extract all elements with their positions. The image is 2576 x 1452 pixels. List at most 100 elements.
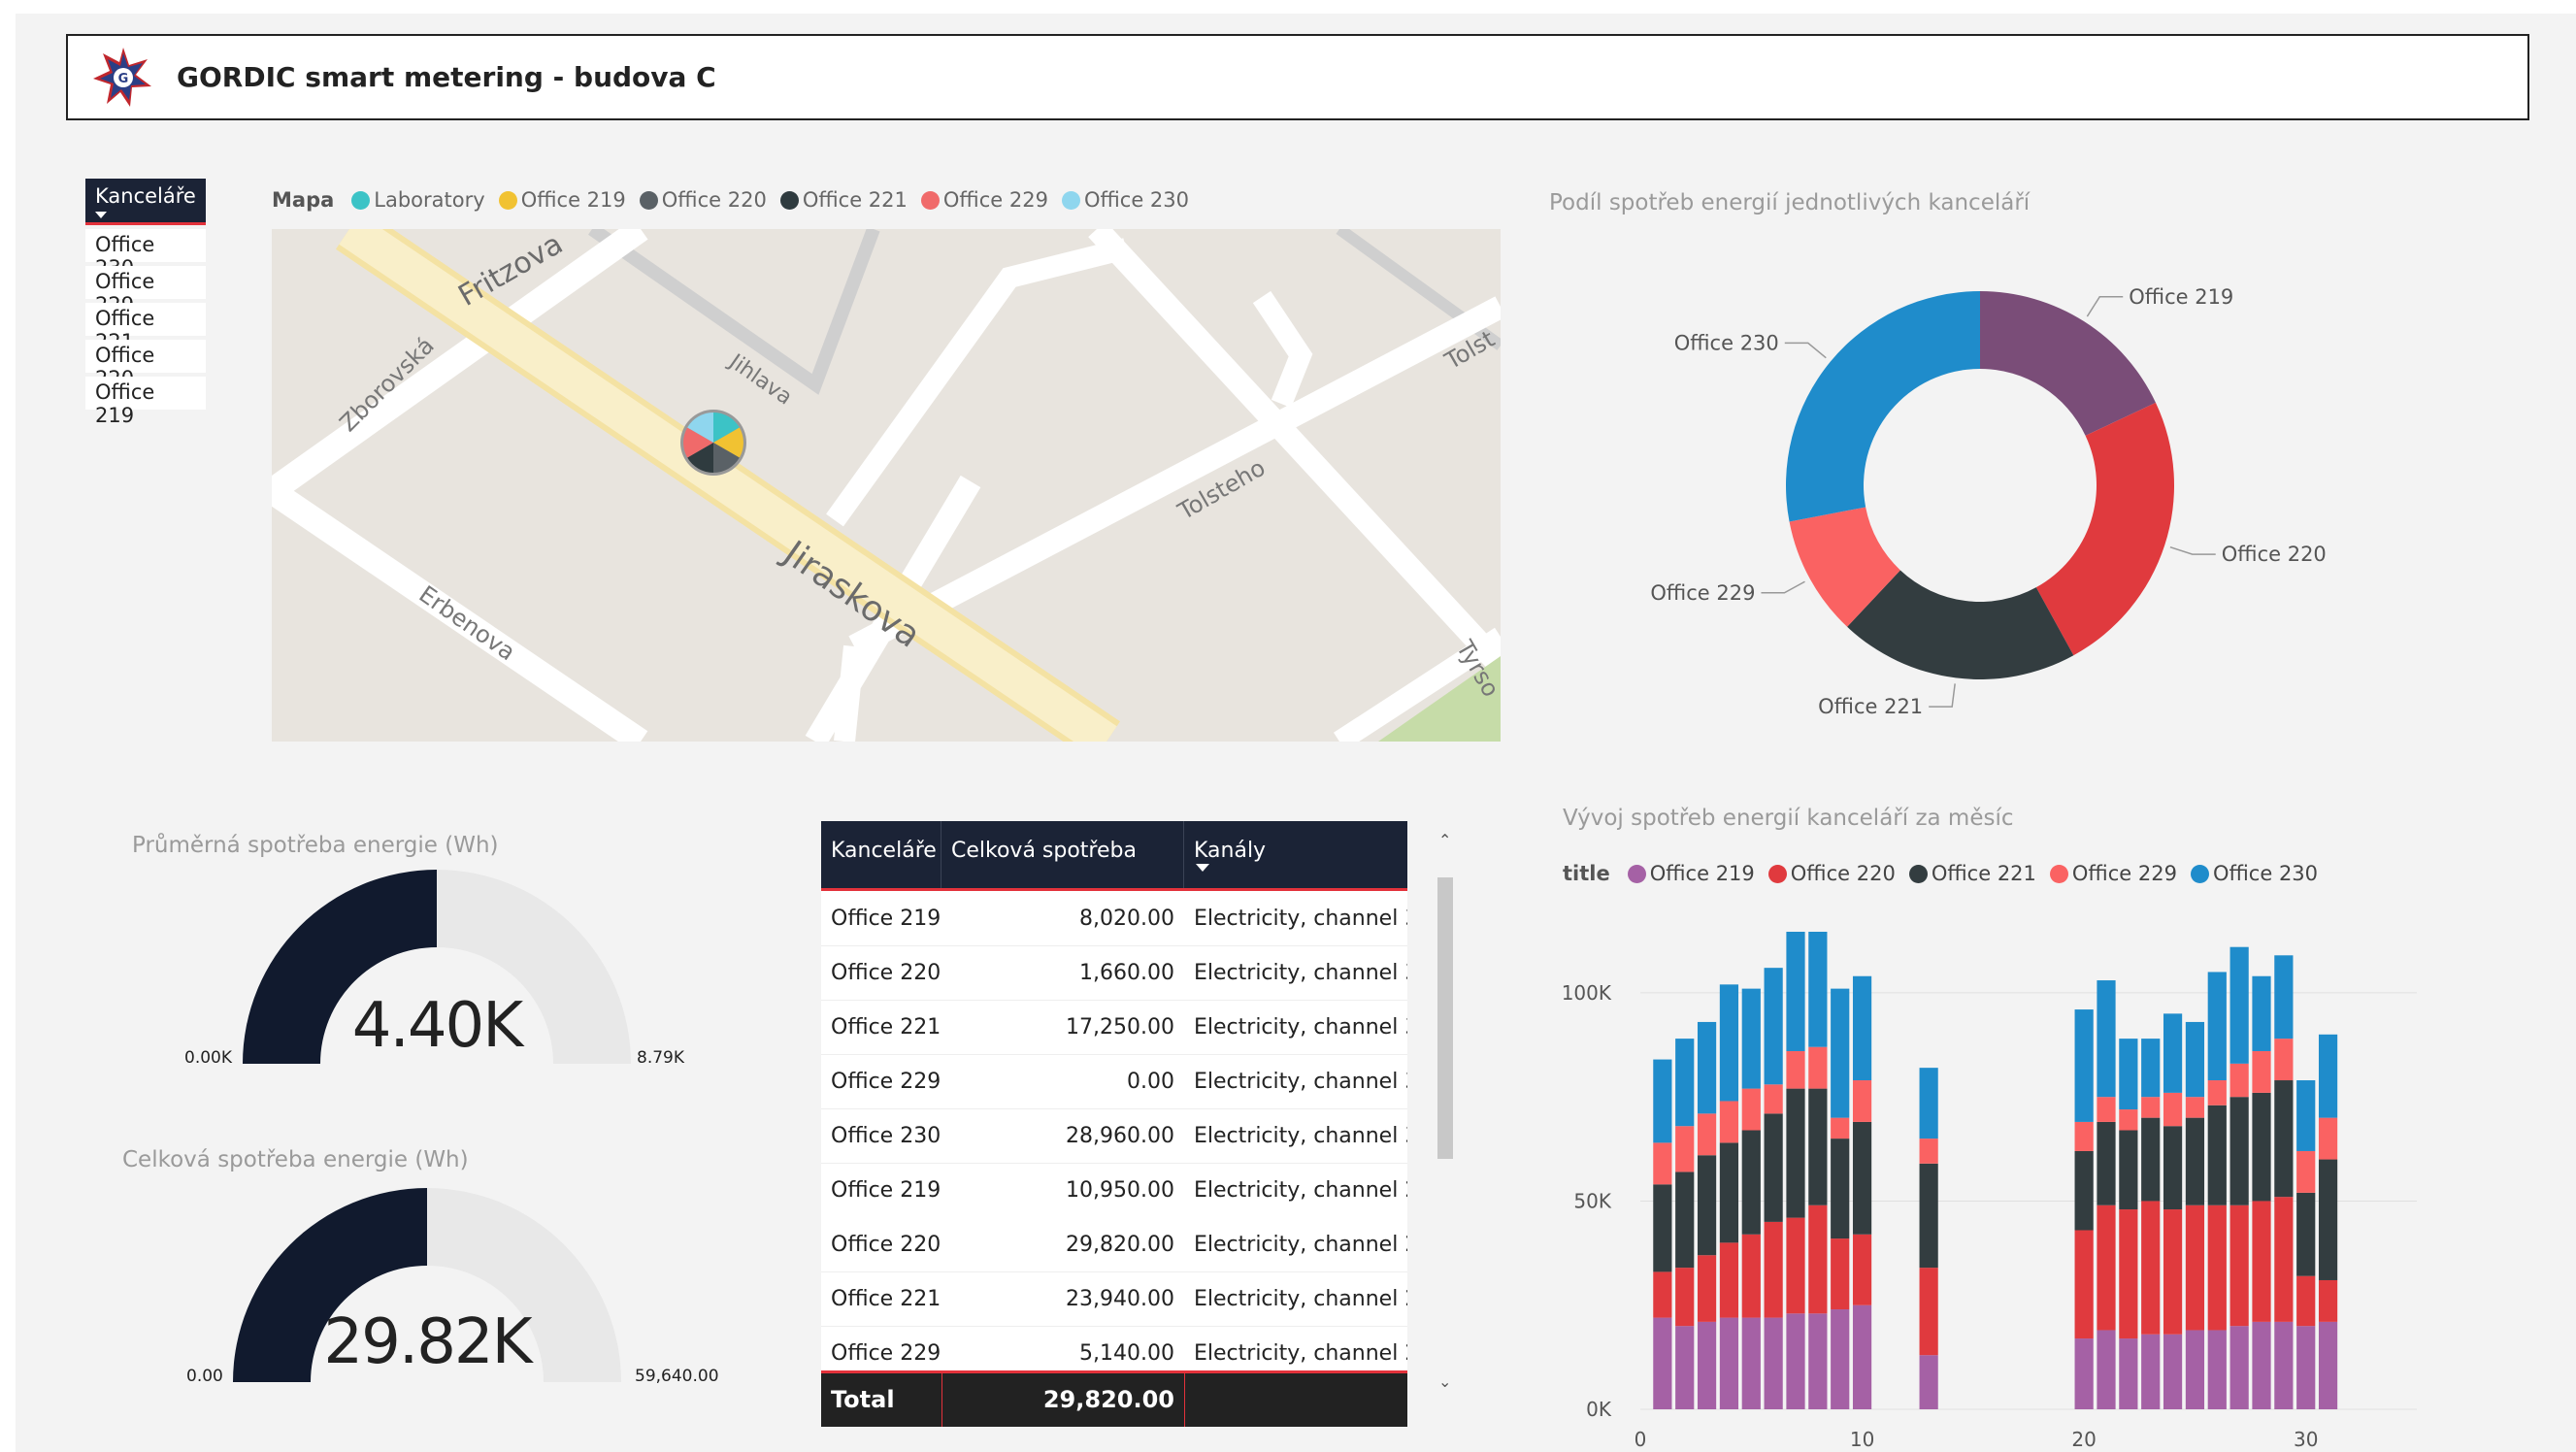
- bar-segment[interactable]: [2141, 1334, 2161, 1409]
- bar-segment[interactable]: [2141, 1201, 2161, 1335]
- bar-segment[interactable]: [2207, 972, 2227, 1081]
- bar-segment[interactable]: [2163, 1334, 2183, 1409]
- bar-segment[interactable]: [2274, 1039, 2294, 1081]
- bar-segment[interactable]: [2296, 1326, 2316, 1409]
- bar-segment[interactable]: [1786, 1050, 1805, 1089]
- bar-segment[interactable]: [2296, 1192, 2316, 1276]
- bar-segment[interactable]: [2185, 1117, 2205, 1205]
- bar-segment[interactable]: [2207, 1330, 2227, 1409]
- bar-segment[interactable]: [1675, 1326, 1695, 1409]
- map-pie-marker[interactable]: [680, 410, 746, 476]
- bar-segment[interactable]: [1741, 1088, 1761, 1131]
- bar-segment[interactable]: [1653, 1142, 1672, 1185]
- bar-segment[interactable]: [2296, 1275, 2316, 1327]
- slicer-item[interactable]: Office 230: [85, 229, 206, 280]
- bar-segment[interactable]: [1741, 988, 1761, 1089]
- bar-segment[interactable]: [1697, 1321, 1717, 1409]
- table-scrollbar[interactable]: ⌃ ⌄: [1435, 831, 1456, 1402]
- bar-segment[interactable]: [2252, 1092, 2271, 1202]
- bar-segment[interactable]: [1852, 1121, 1872, 1235]
- donut-slice[interactable]: [2035, 402, 2174, 656]
- bar-segment[interactable]: [1697, 1155, 1717, 1256]
- slicer-item[interactable]: Office 220: [85, 340, 206, 390]
- bar-segment[interactable]: [2185, 1097, 2205, 1118]
- legend-item[interactable]: Office 221: [779, 188, 908, 212]
- bar-segment[interactable]: [1697, 1113, 1717, 1156]
- bar-segment[interactable]: [2074, 1009, 2094, 1122]
- table-row[interactable]: Office 229 5,140.00 Electricity, channel 2: [821, 1326, 1407, 1370]
- bar-segment[interactable]: [2318, 1034, 2338, 1118]
- bar-segment[interactable]: [2296, 1080, 2316, 1151]
- column-header[interactable]: Celková spotřeba (Wh): [941, 821, 1184, 923]
- bar-segment[interactable]: [1719, 1317, 1739, 1409]
- bar-segment[interactable]: [2119, 1338, 2138, 1409]
- legend-item[interactable]: Office 230: [2190, 862, 2318, 885]
- bar-segment[interactable]: [1764, 1317, 1783, 1409]
- bar-segment[interactable]: [1653, 1059, 1672, 1143]
- bar-segment[interactable]: [2097, 1330, 2116, 1409]
- bar-segment[interactable]: [2097, 1121, 2116, 1205]
- bar-segment[interactable]: [2185, 1204, 2205, 1331]
- bar-segment[interactable]: [1808, 932, 1828, 1047]
- bar-segment[interactable]: [2185, 1021, 2205, 1098]
- bar-segment[interactable]: [2318, 1117, 2338, 1160]
- bar-segment[interactable]: [2207, 1080, 2227, 1106]
- bar-segment[interactable]: [1719, 984, 1739, 1102]
- donut-slice[interactable]: [1980, 291, 2156, 436]
- table-row[interactable]: Office 221 17,250.00 Electricity, channel …: [821, 1000, 1407, 1055]
- bar-segment[interactable]: [2207, 1105, 2227, 1205]
- bar-segment[interactable]: [1919, 1068, 1938, 1139]
- bar-segment[interactable]: [1831, 1238, 1850, 1310]
- map-canvas[interactable]: Fritzova Zborovská Jihlava Jiraskova Erb…: [272, 229, 1501, 742]
- bar-segment[interactable]: [2252, 975, 2271, 1051]
- bar-segment[interactable]: [2274, 955, 2294, 1040]
- bar-segment[interactable]: [1852, 1080, 1872, 1122]
- bar-segment[interactable]: [2318, 1159, 2338, 1280]
- bar-segment[interactable]: [1808, 1088, 1828, 1205]
- bar-segment[interactable]: [2074, 1338, 2094, 1409]
- donut-chart[interactable]: Office 219 Office 220 Office 221 Office 229…: [1592, 243, 2407, 738]
- slicer-item[interactable]: Office 219: [85, 377, 206, 427]
- slicer-header[interactable]: Kanceláře: [85, 179, 206, 225]
- bar-segment[interactable]: [2296, 1150, 2316, 1193]
- bar-segment[interactable]: [1675, 1268, 1695, 1327]
- bar-segment[interactable]: [2074, 1150, 2094, 1231]
- legend-item[interactable]: Office 230: [1061, 188, 1189, 212]
- bar-segment[interactable]: [2119, 1039, 2138, 1110]
- bar-segment[interactable]: [1675, 1126, 1695, 1172]
- donut-slice[interactable]: [1786, 291, 1980, 522]
- table-row[interactable]: Office 220 29,820.00 Electricity, channel …: [821, 1217, 1407, 1272]
- bar-segment[interactable]: [1653, 1271, 1672, 1318]
- bar-segment[interactable]: [1653, 1317, 1672, 1409]
- bar-segment[interactable]: [1852, 1304, 1872, 1409]
- legend-item[interactable]: Office 229: [920, 188, 1048, 212]
- bar-segment[interactable]: [1919, 1268, 1938, 1356]
- legend-item[interactable]: Office 220: [1767, 862, 1896, 885]
- bar-segment[interactable]: [2274, 1197, 2294, 1322]
- legend-item[interactable]: Office 221: [1908, 862, 2036, 885]
- bar-segment[interactable]: [1764, 1113, 1783, 1222]
- bar-segment[interactable]: [1653, 1184, 1672, 1272]
- chevron-down-icon[interactable]: [95, 212, 107, 218]
- stacked-bar-chart[interactable]: 0K 50K 100K 0 10 20 30: [1563, 932, 2436, 1452]
- sort-desc-icon[interactable]: [1196, 864, 1209, 872]
- bar-segment[interactable]: [1675, 1172, 1695, 1269]
- bar-segment[interactable]: [1808, 1046, 1828, 1089]
- bar-segment[interactable]: [2141, 1097, 2161, 1118]
- bar-segment[interactable]: [1741, 1317, 1761, 1409]
- bar-segment[interactable]: [1831, 988, 1850, 1118]
- bar-segment[interactable]: [2119, 1109, 2138, 1131]
- bar-segment[interactable]: [2207, 1204, 2227, 1331]
- bar-segment[interactable]: [1808, 1204, 1828, 1314]
- scroll-down-icon[interactable]: ⌄: [1438, 1372, 1451, 1391]
- bar-segment[interactable]: [1808, 1313, 1828, 1409]
- bar-segment[interactable]: [1764, 1084, 1783, 1114]
- bar-segment[interactable]: [2163, 1126, 2183, 1210]
- bar-segment[interactable]: [1786, 1088, 1805, 1218]
- bar-segment[interactable]: [2229, 946, 2249, 1064]
- bar-segment[interactable]: [1852, 1234, 1872, 1305]
- bar-segment[interactable]: [2163, 1209, 2183, 1335]
- bar-segment[interactable]: [1786, 932, 1805, 1051]
- bar-segment[interactable]: [2097, 1204, 2116, 1331]
- legend-item[interactable]: Office 229: [2049, 862, 2177, 885]
